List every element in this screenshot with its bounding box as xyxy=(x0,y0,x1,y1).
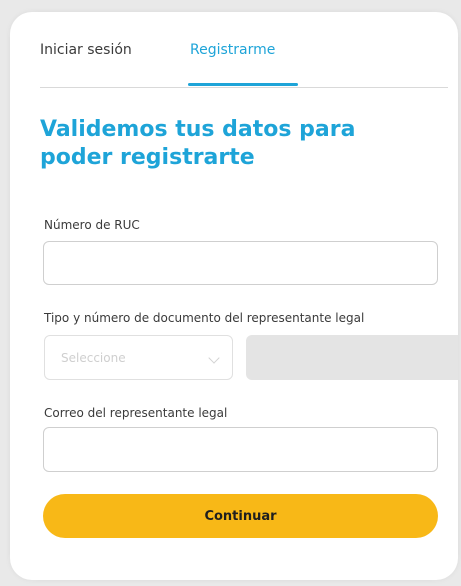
document-number-input[interactable] xyxy=(246,335,458,380)
tab-login[interactable]: Iniciar sesión xyxy=(40,40,132,60)
registration-card: Iniciar sesión Registrarme Validemos tus… xyxy=(10,12,458,580)
document-type-placeholder: Seleccione xyxy=(61,351,126,365)
email-input[interactable] xyxy=(43,427,438,472)
ruc-label: Número de RUC xyxy=(44,218,140,232)
tab-register[interactable]: Registrarme xyxy=(190,40,275,60)
document-type-select[interactable]: Seleccione xyxy=(44,335,233,380)
continue-button[interactable]: Continuar xyxy=(43,494,438,538)
chevron-down-icon xyxy=(208,352,220,364)
active-tab-indicator xyxy=(188,83,298,86)
page-title: Validemos tus datos para poder registrar… xyxy=(40,117,356,170)
auth-tabs: Iniciar sesión Registrarme xyxy=(40,40,448,88)
ruc-input[interactable] xyxy=(43,241,438,285)
email-label: Correo del representante legal xyxy=(44,406,228,420)
document-label: Tipo y número de documento del represent… xyxy=(44,311,365,325)
